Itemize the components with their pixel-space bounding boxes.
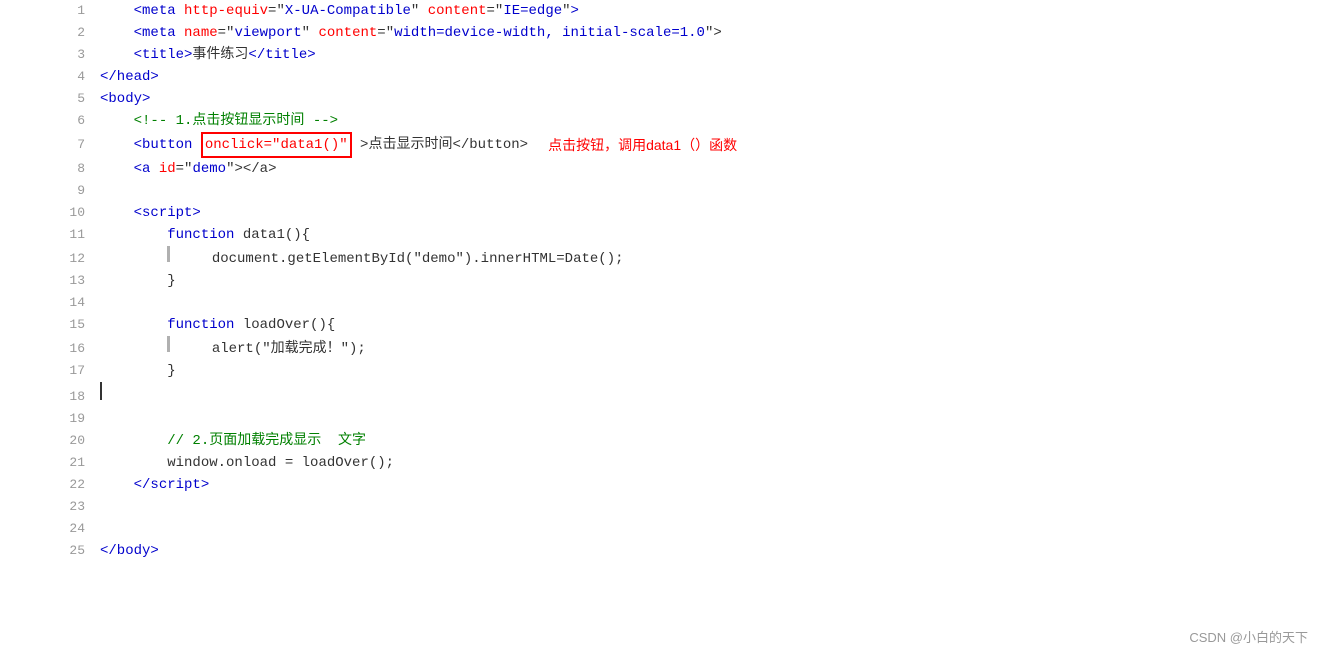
code-line-19: 19 [55,408,1328,430]
code-line-7: 7 <button onclick="data1()" >点击显示时间</but… [55,132,1328,158]
code-line-2: 2 <meta name="viewport" content="width=d… [55,22,1328,44]
code-line-17: 17 } [55,360,1328,382]
code-line-9: 9 [55,180,1328,202]
code-line-15: 15 function loadOver(){ [55,314,1328,336]
code-line-1: 1 <meta http-equiv="X-UA-Compatible" con… [55,0,1328,22]
code-line-20: 20 // 2.页面加载完成显示 文字 [55,430,1328,452]
code-line-6: 6 <!-- 1.点击按钮显示时间 --> [55,110,1328,132]
code-line-24: 24 [55,518,1328,540]
code-line-23: 23 [55,496,1328,518]
code-line-11: 11 function data1(){ [55,224,1328,246]
code-line-5: 5 <body> [55,88,1328,110]
code-line-13: 13 } [55,270,1328,292]
code-line-22: 22 </script> [55,474,1328,496]
code-line-14: 14 [55,292,1328,314]
code-line-18: 18 [55,382,1328,408]
annotation-1: 点击按钮，调用data1（）函数 [548,134,737,156]
watermark: CSDN @小白的天下 [1189,627,1308,646]
code-line-12: 12 document.getElementById("demo").inner… [55,246,1328,270]
code-content: 1 <meta http-equiv="X-UA-Compatible" con… [45,0,1328,562]
code-line-16: 16 alert("加载完成！"); [55,336,1328,360]
code-line-10: 10 <script> [55,202,1328,224]
code-editor: 1 <meta http-equiv="X-UA-Compatible" con… [0,0,1328,658]
code-line-25: 25 </body> [55,540,1328,562]
code-line-8: 8 <a id="demo"></a> [55,158,1328,180]
code-line-21: 21 window.onload = loadOver(); [55,452,1328,474]
code-line-4: 4 </head> [55,66,1328,88]
code-line-3: 3 <title>事件练习</title> [55,44,1328,66]
